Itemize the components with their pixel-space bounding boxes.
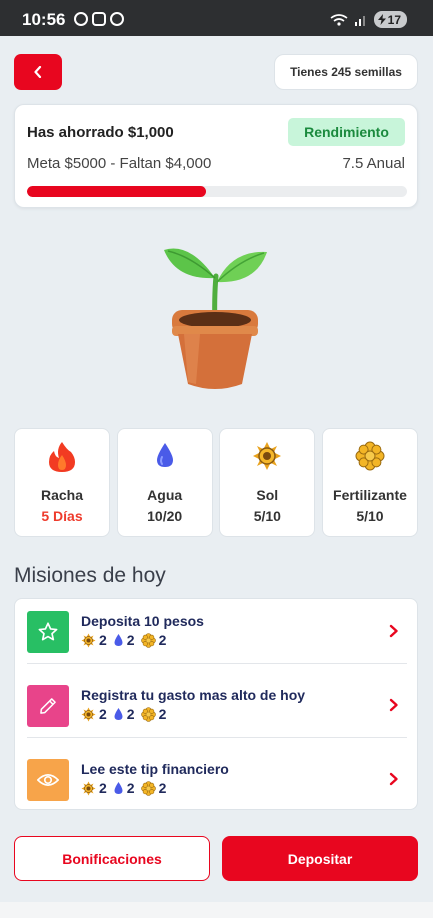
flower-icon xyxy=(140,780,156,796)
stat-value: 5/10 xyxy=(356,508,384,524)
water-drop-icon xyxy=(114,634,123,646)
savings-progress-fill xyxy=(27,186,206,197)
stat-card-sun[interactable]: Sol 5/10 xyxy=(219,428,316,537)
missions-list: Deposita 10 pesos 2 2 2 Registra tu gast… xyxy=(14,598,418,810)
seeds-counter: Tienes 245 semillas xyxy=(274,54,418,90)
wifi-icon xyxy=(330,13,348,26)
water-drop-icon xyxy=(114,782,123,794)
reward-sun-count: 2 xyxy=(99,706,107,722)
mission-rewards: 2 2 2 xyxy=(81,780,172,796)
back-button[interactable] xyxy=(14,54,62,90)
mission-item-tip[interactable]: Lee este tip financiero 2 2 2 xyxy=(15,747,419,819)
stat-value: 5/10 xyxy=(253,508,281,524)
mission-icon-box xyxy=(27,611,69,653)
chevron-right-icon xyxy=(389,624,398,638)
signal-icon xyxy=(354,15,365,26)
saved-amount: Has ahorrado $1,000 xyxy=(27,124,174,141)
annual-rate: 7.5 Anual xyxy=(342,155,405,172)
sun-icon xyxy=(81,707,96,721)
reward-fertilizer-count: 2 xyxy=(158,706,167,722)
battery-level: 17 xyxy=(387,12,401,27)
stat-label: Sol xyxy=(256,487,279,503)
mission-icon-box xyxy=(27,685,69,727)
whatsapp-icon xyxy=(110,12,124,26)
mission-title: Deposita 10 pesos xyxy=(81,613,204,629)
system-nav-bar xyxy=(0,902,433,918)
reward-sun-count: 2 xyxy=(99,780,107,796)
sun-icon xyxy=(253,442,282,470)
reward-water-count: 2 xyxy=(126,632,135,648)
stat-label: Agua xyxy=(147,487,183,503)
mission-title: Lee este tip financiero xyxy=(81,761,229,777)
mission-icon-box xyxy=(27,759,69,801)
deposit-button[interactable]: Depositar xyxy=(222,836,418,881)
battery-indicator: 17 xyxy=(373,11,407,28)
mission-rewards: 2 2 2 xyxy=(81,632,172,648)
flower-icon xyxy=(140,706,156,722)
missions-title: Misiones de hoy xyxy=(14,564,166,587)
star-icon xyxy=(38,622,58,641)
flower-icon xyxy=(355,441,385,471)
stats-row: Racha 5 Días Agua 10/20 Sol 5/10 Fertili… xyxy=(14,428,418,537)
charging-icon xyxy=(377,14,386,25)
notification-icons xyxy=(74,12,124,26)
goal-text: Meta $5000 - Faltan $4,000 xyxy=(27,155,212,172)
divider xyxy=(27,663,407,664)
reward-sun-count: 2 xyxy=(99,632,107,648)
mission-rewards: 2 2 2 xyxy=(81,706,172,722)
chevron-right-icon xyxy=(389,698,398,712)
sun-icon xyxy=(81,633,96,647)
chevron-right-icon xyxy=(389,772,398,786)
status-time: 10:56 xyxy=(22,10,66,29)
stat-label: Racha xyxy=(40,487,84,503)
stat-label: Fertilizante xyxy=(333,487,407,503)
chevron-left-icon xyxy=(34,66,42,78)
stat-card-streak[interactable]: Racha 5 Días xyxy=(14,428,110,537)
reward-water-count: 2 xyxy=(126,780,135,796)
reward-fertilizer-count: 2 xyxy=(158,632,167,648)
reward-water-count: 2 xyxy=(126,706,135,722)
flame-icon xyxy=(49,442,75,472)
stat-card-water[interactable]: Agua 10/20 xyxy=(116,428,213,537)
savings-card: Has ahorrado $1,000 Rendimiento Meta $50… xyxy=(14,104,418,208)
mission-item-deposit[interactable]: Deposita 10 pesos 2 2 2 xyxy=(15,599,419,671)
mission-title: Registra tu gasto mas alto de hoy xyxy=(81,687,306,703)
mission-item-expense[interactable]: Registra tu gasto mas alto de hoy 2 2 2 xyxy=(15,673,419,745)
water-drop-icon xyxy=(156,443,173,467)
notification-icon xyxy=(74,12,88,26)
eye-icon xyxy=(37,774,59,786)
pencil-icon xyxy=(40,698,56,714)
water-drop-icon xyxy=(114,708,123,720)
stat-card-fertilizer[interactable]: Fertilizante 5/10 xyxy=(321,428,418,537)
status-bar: 10:56 17 xyxy=(0,0,433,36)
bonuses-button[interactable]: Bonificaciones xyxy=(14,836,210,881)
yield-badge[interactable]: Rendimiento xyxy=(288,118,405,146)
flower-icon xyxy=(140,632,156,648)
reward-fertilizer-count: 2 xyxy=(158,780,167,796)
sun-icon xyxy=(81,781,96,795)
instagram-icon xyxy=(92,12,106,26)
stat-value: 10/20 xyxy=(147,508,183,524)
stat-value: 5 Días xyxy=(41,508,83,524)
savings-progress-bar xyxy=(27,186,407,197)
potted-plant-icon xyxy=(164,248,267,389)
divider xyxy=(27,737,407,738)
